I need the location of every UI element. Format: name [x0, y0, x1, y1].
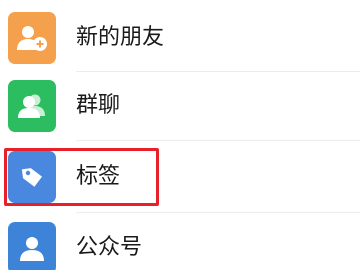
divider	[76, 212, 360, 213]
highlight-box	[4, 148, 159, 206]
divider	[76, 140, 360, 141]
group-chats-row[interactable]: 群聊	[0, 72, 360, 140]
contacts-menu-list: 新的朋友 群聊 标签 公众号	[0, 0, 360, 270]
group-chat-icon	[8, 80, 56, 132]
official-accounts-row[interactable]: 公众号	[0, 214, 360, 270]
official-account-icon	[8, 222, 56, 270]
group-chats-label: 群聊	[76, 93, 121, 118]
official-accounts-label: 公众号	[76, 235, 143, 260]
add-friend-icon	[8, 12, 56, 64]
new-friends-label: 新的朋友	[76, 25, 165, 50]
new-friends-row[interactable]: 新的朋友	[0, 4, 360, 72]
